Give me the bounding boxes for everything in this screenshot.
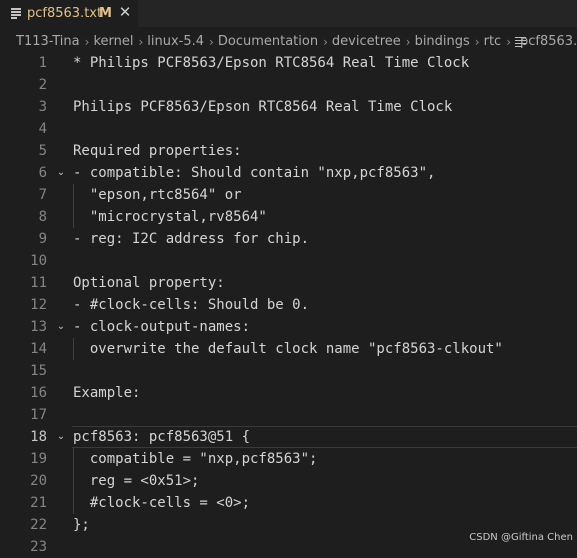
- code-editor[interactable]: 1 * Philips PCF8563/Epson RTC8564 Real Ti…: [0, 52, 577, 555]
- watermark: CSDN @Giftina Chen: [469, 532, 573, 543]
- breadcrumb-item[interactable]: pcf8563.txt: [520, 34, 577, 49]
- code-text: #clock-cells = <0>;: [73, 495, 251, 511]
- text-file-icon: [11, 8, 21, 19]
- breadcrumb-separator: ›: [474, 34, 480, 49]
- line-number: 21: [30, 495, 47, 511]
- breadcrumb-item[interactable]: kernel: [93, 34, 133, 49]
- line-number: 5: [38, 143, 47, 159]
- modified-indicator: M: [99, 6, 112, 21]
- fold-chevron-icon[interactable]: ⌄: [55, 431, 67, 443]
- breadcrumb-separator: ›: [84, 34, 90, 49]
- editor-tab[interactable]: pcf8563.txt M ✕: [0, 0, 138, 27]
- line-number: 12: [30, 297, 47, 313]
- breadcrumb-item[interactable]: devicetree: [332, 34, 401, 49]
- code-line[interactable]: 5 Required properties:: [0, 140, 577, 162]
- code-line[interactable]: 1 * Philips PCF8563/Epson RTC8564 Real Ti…: [0, 52, 577, 74]
- indent-guide: [73, 470, 74, 492]
- code-line[interactable]: 13 ⌄ - clock-output-names:: [0, 316, 577, 338]
- line-number: 1: [38, 55, 47, 71]
- breadcrumb-item[interactable]: T113-Tina: [16, 34, 80, 49]
- code-text: - reg: I2C address for chip.: [73, 231, 310, 247]
- indent-guide: [73, 206, 74, 228]
- breadcrumb-item[interactable]: bindings: [415, 34, 470, 49]
- line-number: 16: [30, 385, 47, 401]
- line-number: 14: [30, 341, 47, 357]
- code-text: - #clock-cells: Should be 0.: [73, 297, 310, 313]
- code-line[interactable]: 19 compatible = "nxp,pcf8563";: [0, 448, 577, 470]
- line-number: 4: [38, 121, 47, 137]
- code-line[interactable]: 21 #clock-cells = <0>;: [0, 492, 577, 514]
- indent-guide: [73, 448, 74, 470]
- code-line[interactable]: 20 reg = <0x51>;: [0, 470, 577, 492]
- line-number: 6: [38, 165, 47, 181]
- line-number: 19: [30, 451, 47, 467]
- code-line[interactable]: 3 Philips PCF8563/Epson RTC8564 Real Time…: [0, 96, 577, 118]
- line-number: 20: [30, 473, 47, 489]
- code-line[interactable]: 8 "microcrystal,rv8564": [0, 206, 577, 228]
- indent-guide: [73, 184, 74, 206]
- breadcrumb-separator: ›: [323, 34, 328, 49]
- tab-bar: pcf8563.txt M ✕: [0, 0, 577, 27]
- code-text: - clock-output-names:: [73, 319, 251, 335]
- code-text: Philips PCF8563/Epson RTC8564 Real Time …: [73, 99, 453, 115]
- fold-chevron-icon[interactable]: ⌄: [55, 167, 67, 179]
- code-line[interactable]: 10: [0, 250, 577, 272]
- code-line[interactable]: 7 "epson,rtc8564" or: [0, 184, 577, 206]
- code-text: };: [73, 517, 90, 533]
- breadcrumb-item[interactable]: rtc: [484, 34, 502, 49]
- code-line[interactable]: 17: [0, 404, 577, 426]
- code-line[interactable]: 14 overwrite the default clock name "pcf…: [0, 338, 577, 360]
- fold-chevron-icon[interactable]: ⌄: [55, 321, 67, 333]
- breadcrumb-item[interactable]: linux-5.4: [147, 34, 204, 49]
- breadcrumb-separator: ›: [209, 34, 214, 49]
- code-line[interactable]: 18 ⌄ pcf8563: pcf8563@51 {: [0, 426, 577, 448]
- line-number: 18: [30, 429, 47, 445]
- code-line[interactable]: 12 - #clock-cells: Should be 0.: [0, 294, 577, 316]
- line-number: 8: [38, 209, 47, 225]
- line-number: 22: [30, 517, 47, 533]
- code-text: reg = <0x51>;: [73, 473, 200, 489]
- code-text: - compatible: Should contain "nxp,pcf856…: [73, 165, 436, 181]
- breadcrumb-separator: ›: [506, 34, 512, 49]
- line-number: 7: [38, 187, 47, 203]
- code-line[interactable]: 2: [0, 74, 577, 96]
- code-line[interactable]: 16 Example:: [0, 382, 577, 404]
- indent-guide: [73, 338, 74, 360]
- line-number: 15: [30, 363, 47, 379]
- breadcrumb-separator: ›: [405, 34, 411, 49]
- code-text: compatible = "nxp,pcf8563";: [73, 451, 318, 467]
- line-number: 13: [30, 319, 47, 335]
- code-text: Optional property:: [73, 275, 225, 291]
- code-line[interactable]: 4: [0, 118, 577, 140]
- code-text: overwrite the default clock name "pcf856…: [73, 341, 503, 357]
- line-number: 3: [38, 99, 47, 115]
- breadcrumb-separator: ›: [138, 34, 144, 49]
- code-text: "microcrystal,rv8564": [73, 209, 267, 225]
- code-text: "epson,rtc8564" or: [73, 187, 242, 203]
- code-line[interactable]: 9 - reg: I2C address for chip.: [0, 228, 577, 250]
- line-number: 9: [38, 231, 47, 247]
- code-text: * Philips PCF8563/Epson RTC8564 Real Tim…: [73, 55, 470, 71]
- line-number: 2: [38, 77, 47, 93]
- breadcrumb-item[interactable]: Documentation: [218, 34, 318, 49]
- code-text: pcf8563: pcf8563@51 {: [73, 429, 251, 445]
- code-text: Required properties:: [73, 143, 242, 159]
- indent-guide: [73, 492, 74, 514]
- code-line[interactable]: 11 Optional property:: [0, 272, 577, 294]
- line-number: 10: [30, 253, 47, 269]
- line-number: 17: [30, 407, 47, 423]
- code-text: Example:: [73, 385, 141, 401]
- line-number: 23: [30, 539, 47, 555]
- code-line[interactable]: 6 ⌄ - compatible: Should contain "nxp,pcf8…: [0, 162, 577, 184]
- line-number: 11: [30, 275, 47, 291]
- close-icon[interactable]: ✕: [117, 4, 133, 20]
- code-line[interactable]: 15: [0, 360, 577, 382]
- tab-filename: pcf8563.txt: [27, 6, 103, 21]
